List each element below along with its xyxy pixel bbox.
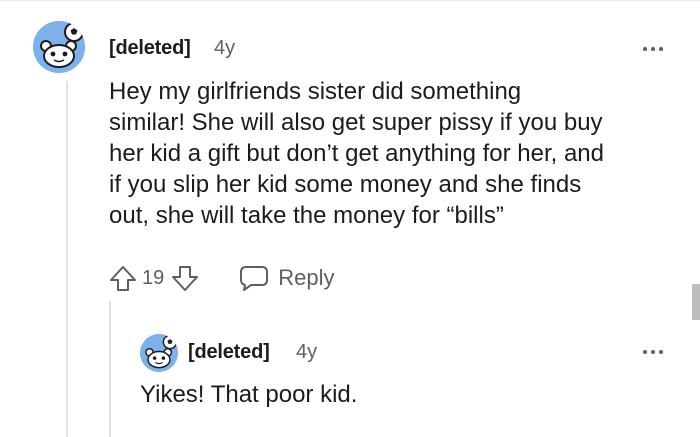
comment-age: 4y <box>214 37 236 59</box>
upvote-arrow-icon[interactable] <box>108 263 138 293</box>
reddit-snoo-avatar-icon <box>33 21 85 73</box>
comment-body-line: if you slip her kid some money and she f… <box>109 171 582 198</box>
downvote-arrow-icon[interactable] <box>170 263 200 293</box>
comment-bubble-icon <box>240 266 269 291</box>
reply-body: Yikes! That poor kid. <box>140 381 358 408</box>
thread-line-reply[interactable] <box>109 301 111 437</box>
reply-author[interactable]: [deleted] <box>188 341 270 364</box>
reply-avatar[interactable] <box>140 334 178 372</box>
comment-body-line: out, she will take the money for “bills” <box>109 202 504 229</box>
comment-thread: [deleted] 4y Hey my girlfriends sister d… <box>0 0 700 437</box>
reply-age: 4y <box>296 341 318 363</box>
reply-label: Reply <box>278 265 335 290</box>
reply-button[interactable]: Reply <box>238 264 335 292</box>
thread-line-root[interactable] <box>66 81 68 437</box>
comment-body-line: Hey my girlfriends sister did something <box>109 78 522 105</box>
comment-body: Hey my girlfriends sister did something … <box>109 76 604 231</box>
comment-actions: 19 Reply <box>108 263 335 293</box>
more-options-icon[interactable] <box>643 347 665 357</box>
comment-body-line: similar! She will also get super pissy i… <box>109 109 603 136</box>
more-options-icon[interactable] <box>643 44 665 54</box>
reddit-snoo-avatar-icon <box>140 334 178 372</box>
comment-body-line: her kid a gift but don’t get anything fo… <box>109 140 604 167</box>
comment-author[interactable]: [deleted] <box>109 37 191 60</box>
scrollbar-thumb[interactable] <box>692 284 700 320</box>
avatar[interactable] <box>33 21 85 73</box>
vote-score: 19 <box>142 266 165 289</box>
